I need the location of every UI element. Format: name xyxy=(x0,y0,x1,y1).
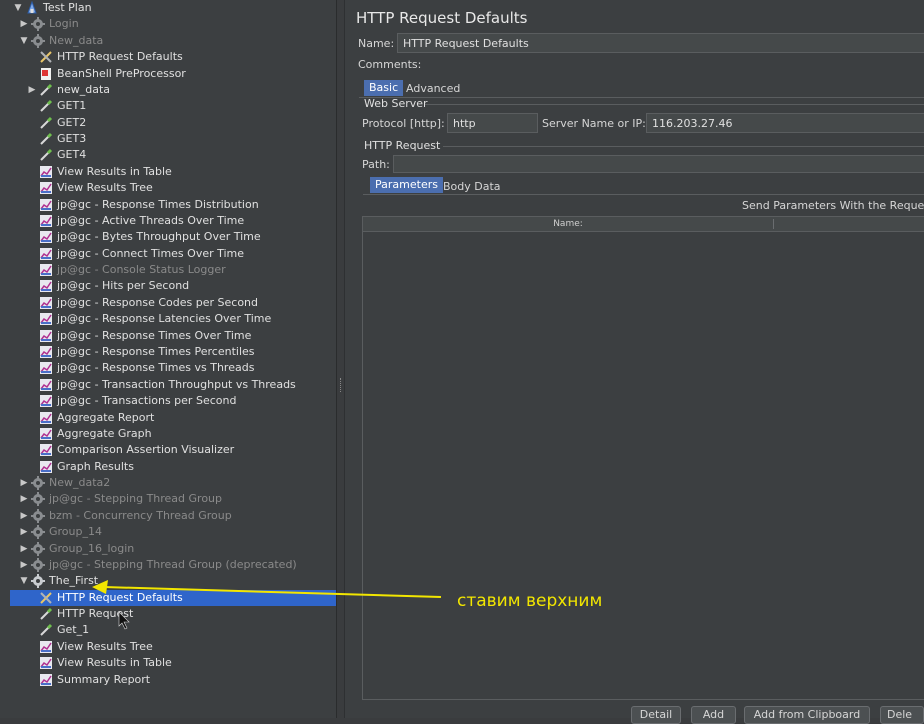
annotation-text: ставим верхним xyxy=(457,591,603,611)
mouse-cursor-icon xyxy=(118,611,130,630)
